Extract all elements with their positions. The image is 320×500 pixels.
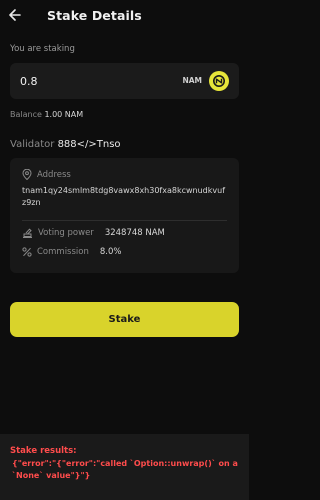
commission-value: 8.0% <box>99 247 122 257</box>
voting-power-value: 3248748 NAM <box>104 228 165 238</box>
percent-icon <box>22 247 32 257</box>
divider <box>22 220 227 221</box>
amount-input[interactable] <box>20 63 160 99</box>
commission-row: Commission 8.0% <box>22 247 121 257</box>
commission-label: Commission <box>37 247 89 257</box>
address-value: tnam1qy24smlm8tdg8vawx8xh30fxa8kcwnudkvu… <box>22 186 226 207</box>
voting-power-row: Voting power 3248748 NAM <box>22 228 165 238</box>
staking-label: You are staking <box>10 44 75 54</box>
namada-logo-icon <box>209 71 229 91</box>
balance-value: 1.00 NAM <box>44 110 84 119</box>
balance-label: Balance <box>10 110 42 119</box>
voting-power-icon <box>23 228 32 238</box>
balance-row: Balance 1.00 NAM <box>10 110 83 119</box>
token-symbol: NAM <box>182 76 202 85</box>
page-title: Stake Details <box>47 8 142 23</box>
stake-details-screen: Stake Details You are staking NAM Balanc… <box>0 0 249 500</box>
address-label: Address <box>37 169 71 180</box>
voting-power-label: Voting power <box>38 228 94 238</box>
address-pin-icon <box>22 169 32 180</box>
validator-label: Validator <box>10 139 55 150</box>
arrow-left-icon <box>9 9 21 21</box>
results-message: {"error":"{"error":"called `Option::unwr… <box>12 459 238 480</box>
stake-results-panel: Stake results: {"error":"{"error":"calle… <box>0 434 249 500</box>
results-title: Stake results: <box>10 446 77 456</box>
validator-details-card: Address tnam1qy24smlm8tdg8vawx8xh30fxa8k… <box>10 158 239 273</box>
header: Stake Details <box>0 0 249 34</box>
amount-field: NAM <box>10 63 239 99</box>
stake-button[interactable]: Stake <box>10 302 239 337</box>
address-row: Address <box>22 169 71 180</box>
validator-row: Validator 888</>Tnso <box>10 139 121 150</box>
validator-name: 888</>Tnso <box>57 139 121 150</box>
back-button[interactable] <box>8 7 22 23</box>
